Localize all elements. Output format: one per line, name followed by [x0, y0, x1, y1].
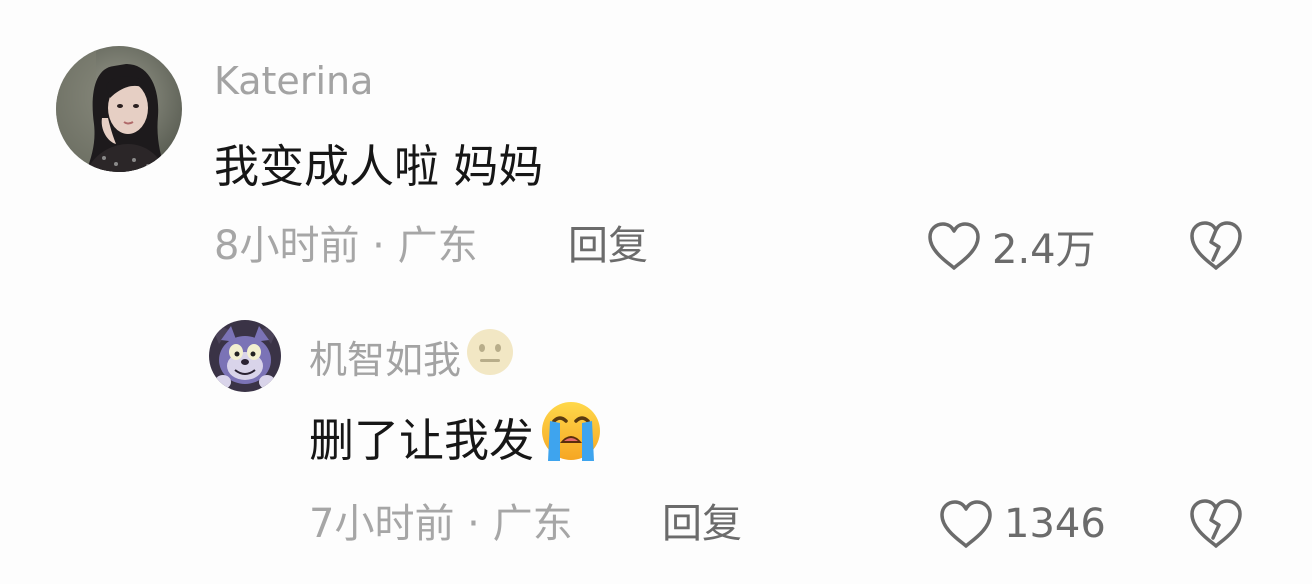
meta-separator: · [359, 223, 398, 269]
like-count: 2.4万 [992, 227, 1096, 273]
avatar[interactable] [56, 46, 182, 172]
comment-text: 删了让我发 [309, 401, 604, 468]
cartoon-cat-avatar-icon [209, 320, 281, 392]
like-button[interactable]: 1346 [938, 496, 1106, 552]
heart-outline-icon [928, 222, 980, 270]
comment-text-body: 删了让我发 [309, 413, 535, 467]
username[interactable]: 机智如我 [309, 328, 515, 384]
comment-text: 我变成人啦 妈妈 [214, 132, 544, 193]
username-text: Katerina [214, 59, 374, 103]
reply-comment-item: 机智如我 删了让我发 7小时前 · 广东 回复 1346 [0, 290, 1312, 584]
username[interactable]: Katerina [214, 56, 373, 106]
timestamp: 7小时前 [309, 501, 455, 547]
reply-button[interactable]: 回复 [568, 220, 648, 272]
location: 广东 [492, 501, 573, 547]
comment-item: Katerina 我变成人啦 妈妈 8小时前 · 广东 回复 2.4万 [0, 0, 1312, 290]
loudly-crying-face-icon [538, 399, 604, 474]
comment-meta: 8小时前 · 广东 [214, 220, 478, 272]
portrait-photo-icon [56, 46, 182, 172]
broken-heart-icon [1190, 499, 1242, 548]
comment-meta: 7小时前 · 广东 [309, 498, 573, 550]
like-count: 1346 [1004, 501, 1106, 547]
reply-button[interactable]: 回复 [662, 498, 742, 550]
username-text: 机智如我 [309, 337, 462, 382]
timestamp: 8小时前 [214, 223, 360, 269]
meta-separator: · [454, 501, 493, 547]
neutral-face-icon [465, 327, 515, 386]
broken-heart-icon [1190, 221, 1242, 270]
avatar[interactable] [209, 320, 281, 392]
heart-outline-icon [940, 500, 992, 548]
like-button[interactable]: 2.4万 [926, 218, 1096, 274]
dislike-button[interactable] [1188, 496, 1244, 554]
comment-text-body: 我变成人啦 妈妈 [214, 139, 544, 193]
location: 广东 [397, 223, 478, 269]
dislike-button[interactable] [1188, 218, 1244, 276]
